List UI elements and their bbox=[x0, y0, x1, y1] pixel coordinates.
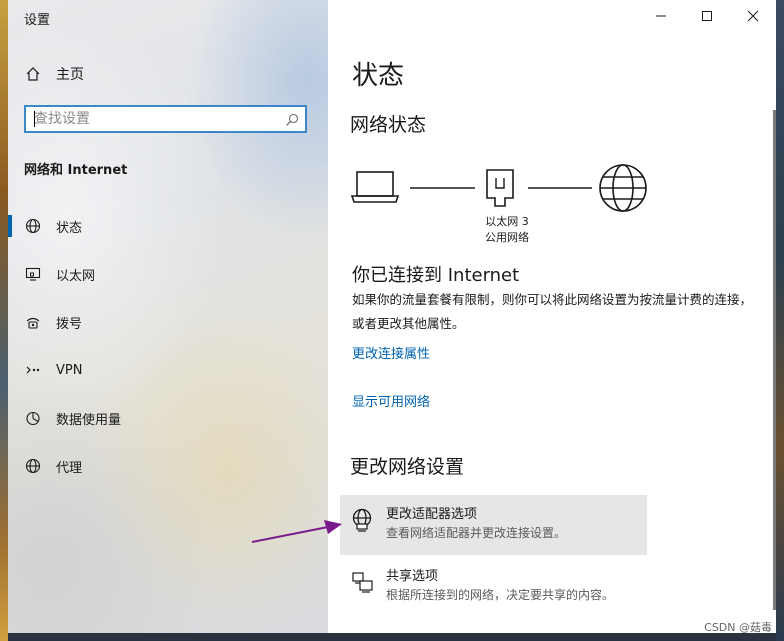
network-status-heading: 网络状态 bbox=[350, 114, 427, 136]
change-settings-heading: 更改网络设置 bbox=[350, 456, 465, 478]
sidebar-item-status[interactable]: 状态 bbox=[8, 206, 328, 246]
text-caret bbox=[34, 111, 35, 127]
desktop-background-left bbox=[0, 0, 8, 641]
window-controls bbox=[638, 0, 776, 32]
search-box[interactable] bbox=[24, 105, 307, 133]
ethernet-monitor-icon bbox=[24, 265, 42, 283]
sidebar-item-label: VPN bbox=[56, 362, 83, 378]
sidebar-item-vpn[interactable]: VPN bbox=[8, 350, 328, 390]
internet-globe-icon bbox=[599, 164, 647, 212]
show-available-networks-link[interactable]: 显示可用网络 bbox=[352, 391, 430, 410]
sidebar-item-proxy[interactable]: 代理 bbox=[8, 446, 328, 486]
sidebar-item-label: 数据使用量 bbox=[56, 412, 122, 428]
sidebar-item-label: 以太网 bbox=[56, 268, 96, 284]
sharing-options-item[interactable]: 共享选项 根据所连接到的网络，决定要共享的内容。 bbox=[340, 557, 647, 617]
search-icon[interactable] bbox=[285, 112, 299, 126]
option-title: 更改适配器选项 bbox=[386, 507, 478, 522]
globe-icon bbox=[24, 217, 42, 235]
maximize-button[interactable] bbox=[684, 0, 730, 32]
scrollbar[interactable] bbox=[773, 110, 776, 610]
close-button[interactable] bbox=[730, 0, 776, 32]
adapter-name: 以太网 3 bbox=[485, 215, 529, 228]
settings-window: 设置 主页 网络和 Internet 状态 以太网 bbox=[8, 0, 776, 633]
main-content: 状态 网络状态 以太网 3 公用网络 你已连接到 Internet 如果你的流量… bbox=[328, 0, 776, 633]
sharing-icon bbox=[350, 569, 376, 595]
laptop-icon bbox=[350, 171, 400, 203]
nav-home[interactable]: 主页 bbox=[24, 62, 304, 86]
sidebar-item-ethernet[interactable]: 以太网 bbox=[8, 254, 328, 294]
adapter-options-item[interactable]: 更改适配器选项 查看网络适配器并更改连接设置。 bbox=[340, 495, 647, 555]
home-icon bbox=[24, 65, 42, 83]
sidebar-item-data-usage[interactable]: 数据使用量 bbox=[8, 398, 328, 438]
ethernet-port-icon bbox=[486, 169, 514, 207]
section-title: 网络和 Internet bbox=[24, 163, 128, 178]
sidebar-item-label: 状态 bbox=[56, 220, 83, 236]
option-subtitle: 根据所连接到的网络，决定要共享的内容。 bbox=[386, 588, 615, 602]
change-connection-properties-link[interactable]: 更改连接属性 bbox=[352, 343, 430, 362]
connected-description: 如果你的流量套餐有限制，则你可以将此网络设置为按流量计费的连接，或者更改其他属性… bbox=[352, 292, 753, 331]
dialup-icon bbox=[24, 313, 42, 331]
globe-icon bbox=[24, 457, 42, 475]
sidebar-item-label: 代理 bbox=[56, 460, 83, 476]
minimize-button[interactable] bbox=[638, 0, 684, 32]
option-subtitle: 查看网络适配器并更改连接设置。 bbox=[386, 526, 567, 540]
nav-home-label: 主页 bbox=[56, 67, 84, 83]
sidebar-item-label: 拨号 bbox=[56, 316, 83, 332]
adapter-globe-icon bbox=[350, 507, 376, 533]
vpn-icon bbox=[24, 361, 42, 379]
watermark: CSDN @菇毒 bbox=[704, 621, 772, 634]
search-input[interactable] bbox=[34, 110, 274, 128]
page-title: 状态 bbox=[352, 61, 405, 91]
sidebar: 设置 主页 网络和 Internet 状态 以太网 bbox=[8, 0, 328, 633]
desktop-background-right bbox=[776, 0, 784, 641]
option-title: 共享选项 bbox=[386, 569, 439, 584]
pie-chart-icon bbox=[24, 409, 42, 427]
network-type: 公用网络 bbox=[485, 231, 529, 244]
network-diagram: 以太网 3 公用网络 bbox=[350, 160, 660, 250]
app-title: 设置 bbox=[24, 13, 51, 28]
sidebar-item-dialup[interactable]: 拨号 bbox=[8, 302, 328, 342]
network-diagram-graphic bbox=[350, 164, 647, 212]
connected-title: 你已连接到 Internet bbox=[352, 265, 520, 286]
